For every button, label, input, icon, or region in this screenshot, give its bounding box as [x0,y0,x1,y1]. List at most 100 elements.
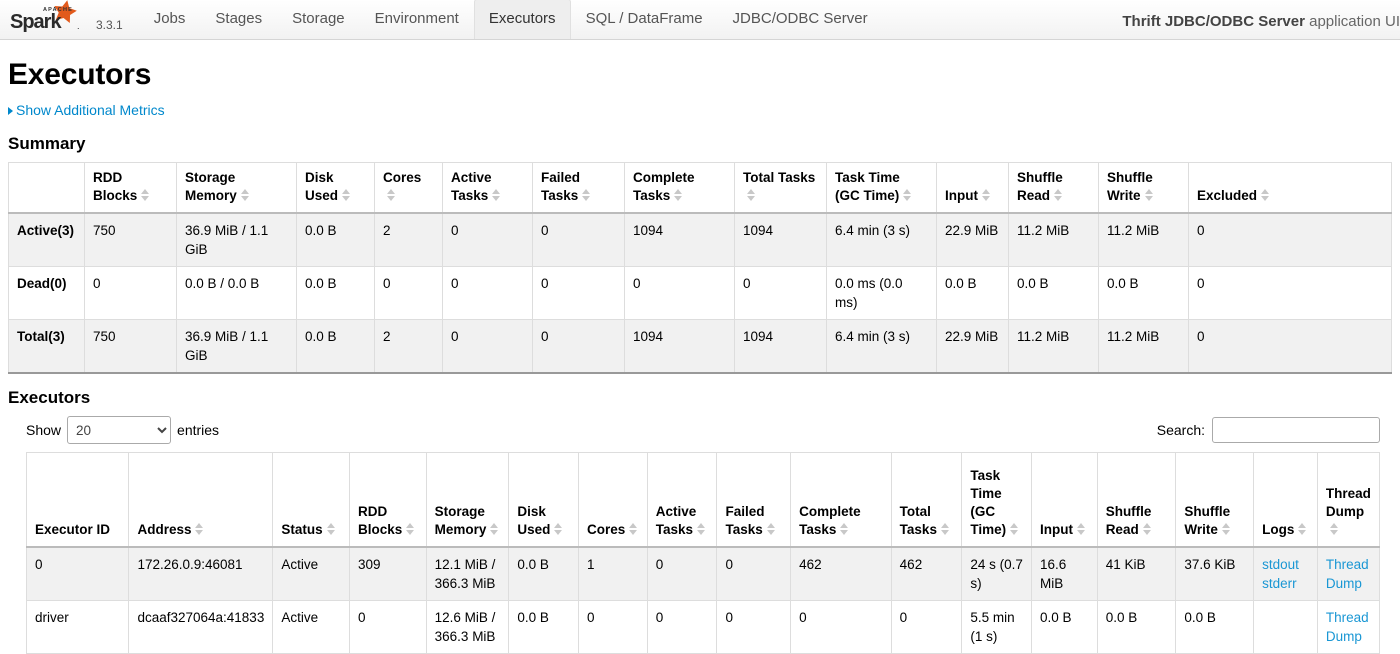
summary-cell-shuffle-write: 11.2 MiB [1098,213,1189,267]
sort-icon[interactable] [1054,188,1063,202]
sort-icon[interactable] [674,188,683,202]
nav-tab-environment[interactable]: Environment [360,0,474,39]
sort-icon[interactable] [940,522,950,536]
col-thread-dump[interactable]: Thread Dump [1317,452,1380,548]
summary-col-failed-tasks[interactable]: Failed Tasks [532,162,625,214]
sort-icon[interactable] [982,188,991,202]
summary-col-complete-tasks[interactable]: Complete Tasks [624,162,735,214]
page-title: Executors [8,58,152,91]
svg-text:Spark: Spark [10,11,62,33]
summary-col-cores[interactable]: Cores [374,162,443,214]
sort-icon[interactable] [554,522,563,536]
sort-icon[interactable] [1010,522,1019,536]
summary-cell-shuffle-read: 11.2 MiB [1008,213,1099,267]
summary-col-disk-used[interactable]: Disk Used [296,162,375,214]
sort-icon[interactable] [1329,522,1339,536]
sort-icon[interactable] [1221,522,1231,536]
summary-table-body: Active(3) 750 36.9 MiB / 1.1 GiB 0.0 B 2… [8,213,1392,374]
col-status[interactable]: Status [272,452,350,548]
sort-icon[interactable] [582,188,591,202]
summary-cell-total-tasks: 1094 [734,213,827,267]
col-shuffle-write[interactable]: Shuffle Write [1175,452,1255,548]
summary-cell-task-time: 6.4 min (3 s) [826,213,937,267]
col-total-tasks[interactable]: Total Tasks [891,452,963,548]
summary-cell-failed-tasks: 0 [532,319,625,374]
sort-icon[interactable] [326,522,336,536]
summary-row-label: Active(3) [8,213,85,267]
col-storage-memory[interactable]: Storage Memory [426,452,510,548]
col-executor-id[interactable]: Executor ID [26,452,130,548]
show-additional-metrics-toggle[interactable]: Show Additional Metrics [8,102,165,118]
nav-tab-executors[interactable]: Executors [473,0,571,39]
sort-icon[interactable] [240,188,250,202]
stderr-link[interactable]: stderr [1262,574,1309,593]
sort-icon[interactable] [406,522,415,536]
col-complete-tasks[interactable]: Complete Tasks [790,452,892,548]
summary-cell-task-time: 0.0 ms (0.0 ms) [826,266,937,320]
sort-icon[interactable] [342,188,351,202]
sort-icon[interactable] [492,188,501,202]
nav-tab-sql-dataframe[interactable]: SQL / DataFrame [571,0,718,39]
search-input[interactable] [1212,417,1380,443]
summary-col-task-time[interactable]: Task Time (GC Time) [826,162,937,214]
col-disk-used[interactable]: Disk Used [508,452,579,548]
sort-icon[interactable] [747,188,756,202]
nav-tab-jdbc-odbc-server[interactable]: JDBC/ODBC Server [718,0,883,39]
sort-icon[interactable] [387,188,396,202]
col-rdd-blocks-label: RDD Blocks [357,503,403,537]
col-cores[interactable]: Cores [578,452,648,548]
cell-complete-tasks: 462 [790,546,892,601]
executors-table: Executor ID Address Status RDD Blocks St… [26,452,1380,654]
col-thread-dump-label: Thread Dump [1325,485,1371,519]
entries-per-page-select[interactable]: 20 40 60 100 [67,416,172,444]
col-active-tasks[interactable]: Active Tasks [647,452,718,548]
cell-task-time: 24 s (0.7 s) [961,546,1032,601]
sort-icon[interactable] [1261,188,1270,202]
col-address[interactable]: Address [128,452,274,548]
summary-col-total-tasks[interactable]: Total Tasks [734,162,827,214]
sort-icon[interactable] [766,522,776,536]
cell-address: 172.26.0.9:46081 [128,546,274,601]
summary-col-shuffle-write[interactable]: Shuffle Write [1098,162,1189,214]
summary-col-storage-memory[interactable]: Storage Memory [176,162,297,214]
stdout-link[interactable]: stdout [1262,555,1309,574]
col-logs[interactable]: Logs [1253,452,1318,548]
summary-col-rdd-blocks[interactable]: RDD Blocks [84,162,177,214]
cell-shuffle-read: 41 KiB [1097,546,1177,601]
col-task-time[interactable]: Task Time (GC Time) [961,452,1032,548]
sort-icon[interactable] [1077,522,1086,536]
summary-col-excluded[interactable]: Excluded [1188,162,1392,214]
col-failed-tasks-label: Failed Tasks [725,503,765,537]
cell-cores: 0 [578,600,648,654]
sort-icon[interactable] [490,522,499,536]
sort-icon[interactable] [1144,188,1154,202]
cell-storage-memory: 12.1 MiB / 366.3 MiB [426,546,510,601]
table-row: Active(3) 750 36.9 MiB / 1.1 GiB 0.0 B 2… [8,213,1392,267]
sort-icon[interactable] [1298,522,1307,536]
summary-cell-cores: 2 [374,213,443,267]
thread-dump-link[interactable]: Thread Dump [1326,608,1371,646]
summary-col-input[interactable]: Input [936,162,1009,214]
thread-dump-link[interactable]: Thread Dump [1326,555,1371,593]
sort-icon[interactable] [697,522,706,536]
col-input[interactable]: Input [1031,452,1098,548]
nav-tab-storage[interactable]: Storage [277,0,360,39]
cell-rdd-blocks: 309 [349,546,427,601]
sort-icon[interactable] [629,522,638,536]
summary-col-active-tasks[interactable]: Active Tasks [442,162,533,214]
summary-cell-cores: 2 [374,319,443,374]
sort-icon[interactable] [840,522,849,536]
sort-icon[interactable] [1142,522,1152,536]
col-failed-tasks[interactable]: Failed Tasks [716,452,792,548]
sort-icon[interactable] [903,188,912,202]
nav-tab-jobs[interactable]: Jobs [139,0,201,39]
sort-icon[interactable] [195,522,204,536]
nav-tab-stages[interactable]: Stages [200,0,277,39]
summary-col-shuffle-read[interactable]: Shuffle Read [1008,162,1099,214]
summary-cell-storage-memory: 0.0 B / 0.0 B [176,266,297,320]
sort-icon[interactable] [141,188,150,202]
col-shuffle-read[interactable]: Shuffle Read [1097,452,1177,548]
summary-cell-total-tasks: 1094 [734,319,827,374]
spark-logo-link[interactable]: APACHE Spark . 3.3.1 [0,0,123,39]
col-rdd-blocks[interactable]: RDD Blocks [349,452,427,548]
